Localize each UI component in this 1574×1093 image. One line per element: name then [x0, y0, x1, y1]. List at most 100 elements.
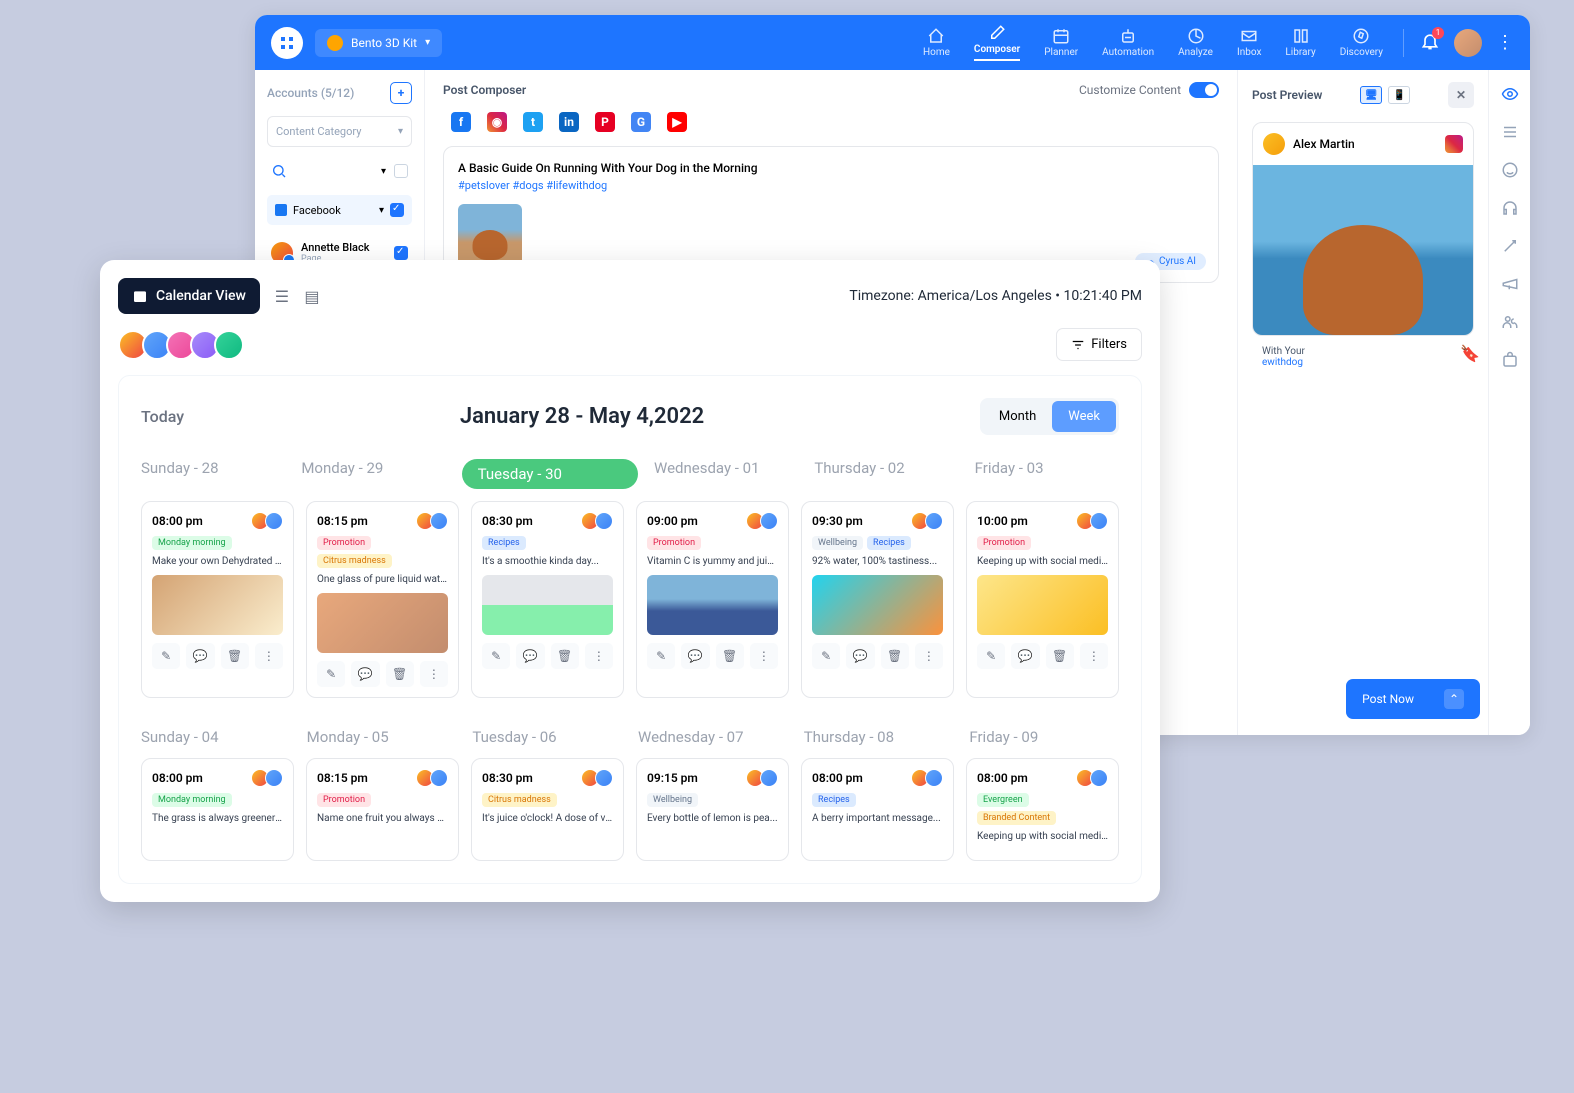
comment-icon[interactable]: 💬: [516, 643, 544, 669]
filters-button[interactable]: Filters: [1056, 328, 1142, 361]
linkedin-icon[interactable]: in: [559, 112, 579, 132]
comment-icon[interactable]: 💬: [186, 643, 214, 669]
post-image[interactable]: [458, 204, 522, 268]
announcement-icon[interactable]: [1500, 274, 1520, 294]
edit-icon[interactable]: ✎: [977, 643, 1005, 669]
post-card[interactable]: 08:15 pmPromotionName one fruit you alwa…: [306, 758, 459, 861]
list-view-icon[interactable]: ☰: [272, 286, 292, 306]
facebook-icon[interactable]: f: [451, 112, 471, 132]
list-icon[interactable]: [1500, 122, 1520, 142]
close-button[interactable]: ✕: [1448, 82, 1474, 108]
nav-automation[interactable]: Automation: [1102, 27, 1154, 58]
pinterest-icon[interactable]: P: [595, 112, 615, 132]
youtube-icon[interactable]: ▶: [667, 112, 687, 132]
day-header[interactable]: Monday - 05: [307, 728, 457, 746]
day-header[interactable]: Wednesday - 01: [654, 459, 798, 489]
chevron-down-icon[interactable]: ▾: [381, 166, 386, 177]
nav-library[interactable]: Library: [1285, 27, 1315, 58]
more-icon[interactable]: ⋮: [750, 643, 778, 669]
day-header[interactable]: Sunday - 04: [141, 728, 291, 746]
day-header[interactable]: Friday - 03: [975, 459, 1119, 489]
customize-toggle[interactable]: [1189, 82, 1219, 98]
mobile-view-icon[interactable]: 📱: [1388, 86, 1410, 104]
delete-icon[interactable]: 🗑: [221, 643, 249, 669]
more-menu-icon[interactable]: ⋮: [1496, 32, 1514, 53]
chevron-up-icon[interactable]: ⌃: [1444, 689, 1464, 709]
delete-icon[interactable]: 🗑: [1046, 643, 1074, 669]
day-header[interactable]: Friday - 09: [969, 728, 1119, 746]
day-header[interactable]: Monday - 29: [301, 459, 445, 489]
package-icon[interactable]: [1500, 350, 1520, 370]
month-button[interactable]: Month: [983, 401, 1052, 432]
checkbox[interactable]: [394, 164, 408, 178]
post-now-button[interactable]: Post Now ⌃: [1346, 679, 1480, 719]
delete-icon[interactable]: 🗑: [881, 643, 909, 669]
more-icon[interactable]: ⋮: [1080, 643, 1108, 669]
logo-icon[interactable]: [271, 27, 303, 59]
instagram-icon[interactable]: ◉: [487, 112, 507, 132]
post-card[interactable]: 08:15 pmPromotionCitrus madnessOne glass…: [306, 501, 459, 698]
edit-icon[interactable]: ✎: [812, 643, 840, 669]
google-icon[interactable]: G: [631, 112, 651, 132]
more-icon[interactable]: ⋮: [585, 643, 613, 669]
edit-icon[interactable]: ✎: [482, 643, 510, 669]
nav-analyze[interactable]: Analyze: [1178, 27, 1213, 58]
grid-view-icon[interactable]: ▤: [302, 286, 322, 306]
search-icon[interactable]: [271, 163, 287, 179]
more-icon[interactable]: ⋮: [915, 643, 943, 669]
checkbox[interactable]: [390, 203, 404, 217]
nav-planner[interactable]: Planner: [1044, 27, 1078, 58]
nav-composer[interactable]: Composer: [974, 24, 1020, 61]
more-icon[interactable]: ⋮: [255, 643, 283, 669]
edit-icon[interactable]: ✎: [647, 643, 675, 669]
more-icon[interactable]: ⋮: [420, 661, 448, 687]
user-avatar[interactable]: [1454, 29, 1482, 57]
post-card[interactable]: 08:30 pmRecipesIt's a smoothie kinda day…: [471, 501, 624, 698]
comment-icon[interactable]: 💬: [681, 643, 709, 669]
post-card[interactable]: 08:00 pmMonday morningThe grass is alway…: [141, 758, 294, 861]
day-header[interactable]: Wednesday - 07: [638, 728, 788, 746]
team-avatars[interactable]: [118, 330, 244, 360]
post-card[interactable]: 09:15 pmWellbeingEvery bottle of lemon i…: [636, 758, 789, 861]
sidebar-item-facebook[interactable]: Facebook ▾: [267, 195, 412, 225]
headphones-icon[interactable]: [1500, 198, 1520, 218]
twitter-icon[interactable]: t: [523, 112, 543, 132]
eye-icon[interactable]: [1500, 84, 1520, 104]
nav-home[interactable]: Home: [923, 27, 950, 58]
post-card[interactable]: 08:30 pmCitrus madnessIt's juice o'clock…: [471, 758, 624, 861]
post-card[interactable]: 09:00 pmPromotionVitamin C is yummy and …: [636, 501, 789, 698]
add-account-button[interactable]: +: [390, 82, 412, 104]
edit-icon[interactable]: ✎: [152, 643, 180, 669]
day-header[interactable]: Tuesday - 30: [462, 459, 638, 489]
day-header[interactable]: Thursday - 08: [804, 728, 954, 746]
delete-icon[interactable]: 🗑: [716, 643, 744, 669]
notifications-button[interactable]: 1: [1420, 31, 1440, 55]
post-card[interactable]: 08:00 pmRecipesA berry important message…: [801, 758, 954, 861]
comment-icon[interactable]: 💬: [351, 661, 379, 687]
users-icon[interactable]: [1500, 312, 1520, 332]
post-card[interactable]: 09:30 pmWellbeingRecipes92% water, 100% …: [801, 501, 954, 698]
post-card[interactable]: 08:00 pmMonday morningMake your own Dehy…: [141, 501, 294, 698]
category-select[interactable]: Content Category▾: [267, 116, 412, 147]
day-header[interactable]: Thursday - 02: [814, 459, 958, 489]
kit-selector[interactable]: Bento 3D Kit ▾: [315, 29, 442, 57]
post-card[interactable]: 10:00 pmPromotionKeeping up with social …: [966, 501, 1119, 698]
bookmark-icon[interactable]: 🔖: [1460, 344, 1480, 363]
checkbox[interactable]: [394, 246, 408, 260]
comment-icon[interactable]: 💬: [1011, 643, 1039, 669]
day-header[interactable]: Sunday - 28: [141, 459, 285, 489]
nav-inbox[interactable]: Inbox: [1237, 27, 1261, 58]
post-card[interactable]: 08:00 pmEvergreenBranded ContentKeeping …: [966, 758, 1119, 861]
nav-discovery[interactable]: Discovery: [1340, 27, 1383, 58]
emoji-icon[interactable]: [1500, 160, 1520, 180]
calendar-view-button[interactable]: Calendar View: [118, 278, 260, 314]
magic-icon[interactable]: [1500, 236, 1520, 256]
delete-icon[interactable]: 🗑: [386, 661, 414, 687]
delete-icon[interactable]: 🗑: [551, 643, 579, 669]
today-label[interactable]: Today: [141, 407, 184, 426]
day-header[interactable]: Tuesday - 06: [472, 728, 622, 746]
comment-icon[interactable]: 💬: [846, 643, 874, 669]
desktop-view-icon[interactable]: 🖥: [1360, 86, 1382, 104]
edit-icon[interactable]: ✎: [317, 661, 345, 687]
week-button[interactable]: Week: [1052, 401, 1116, 432]
